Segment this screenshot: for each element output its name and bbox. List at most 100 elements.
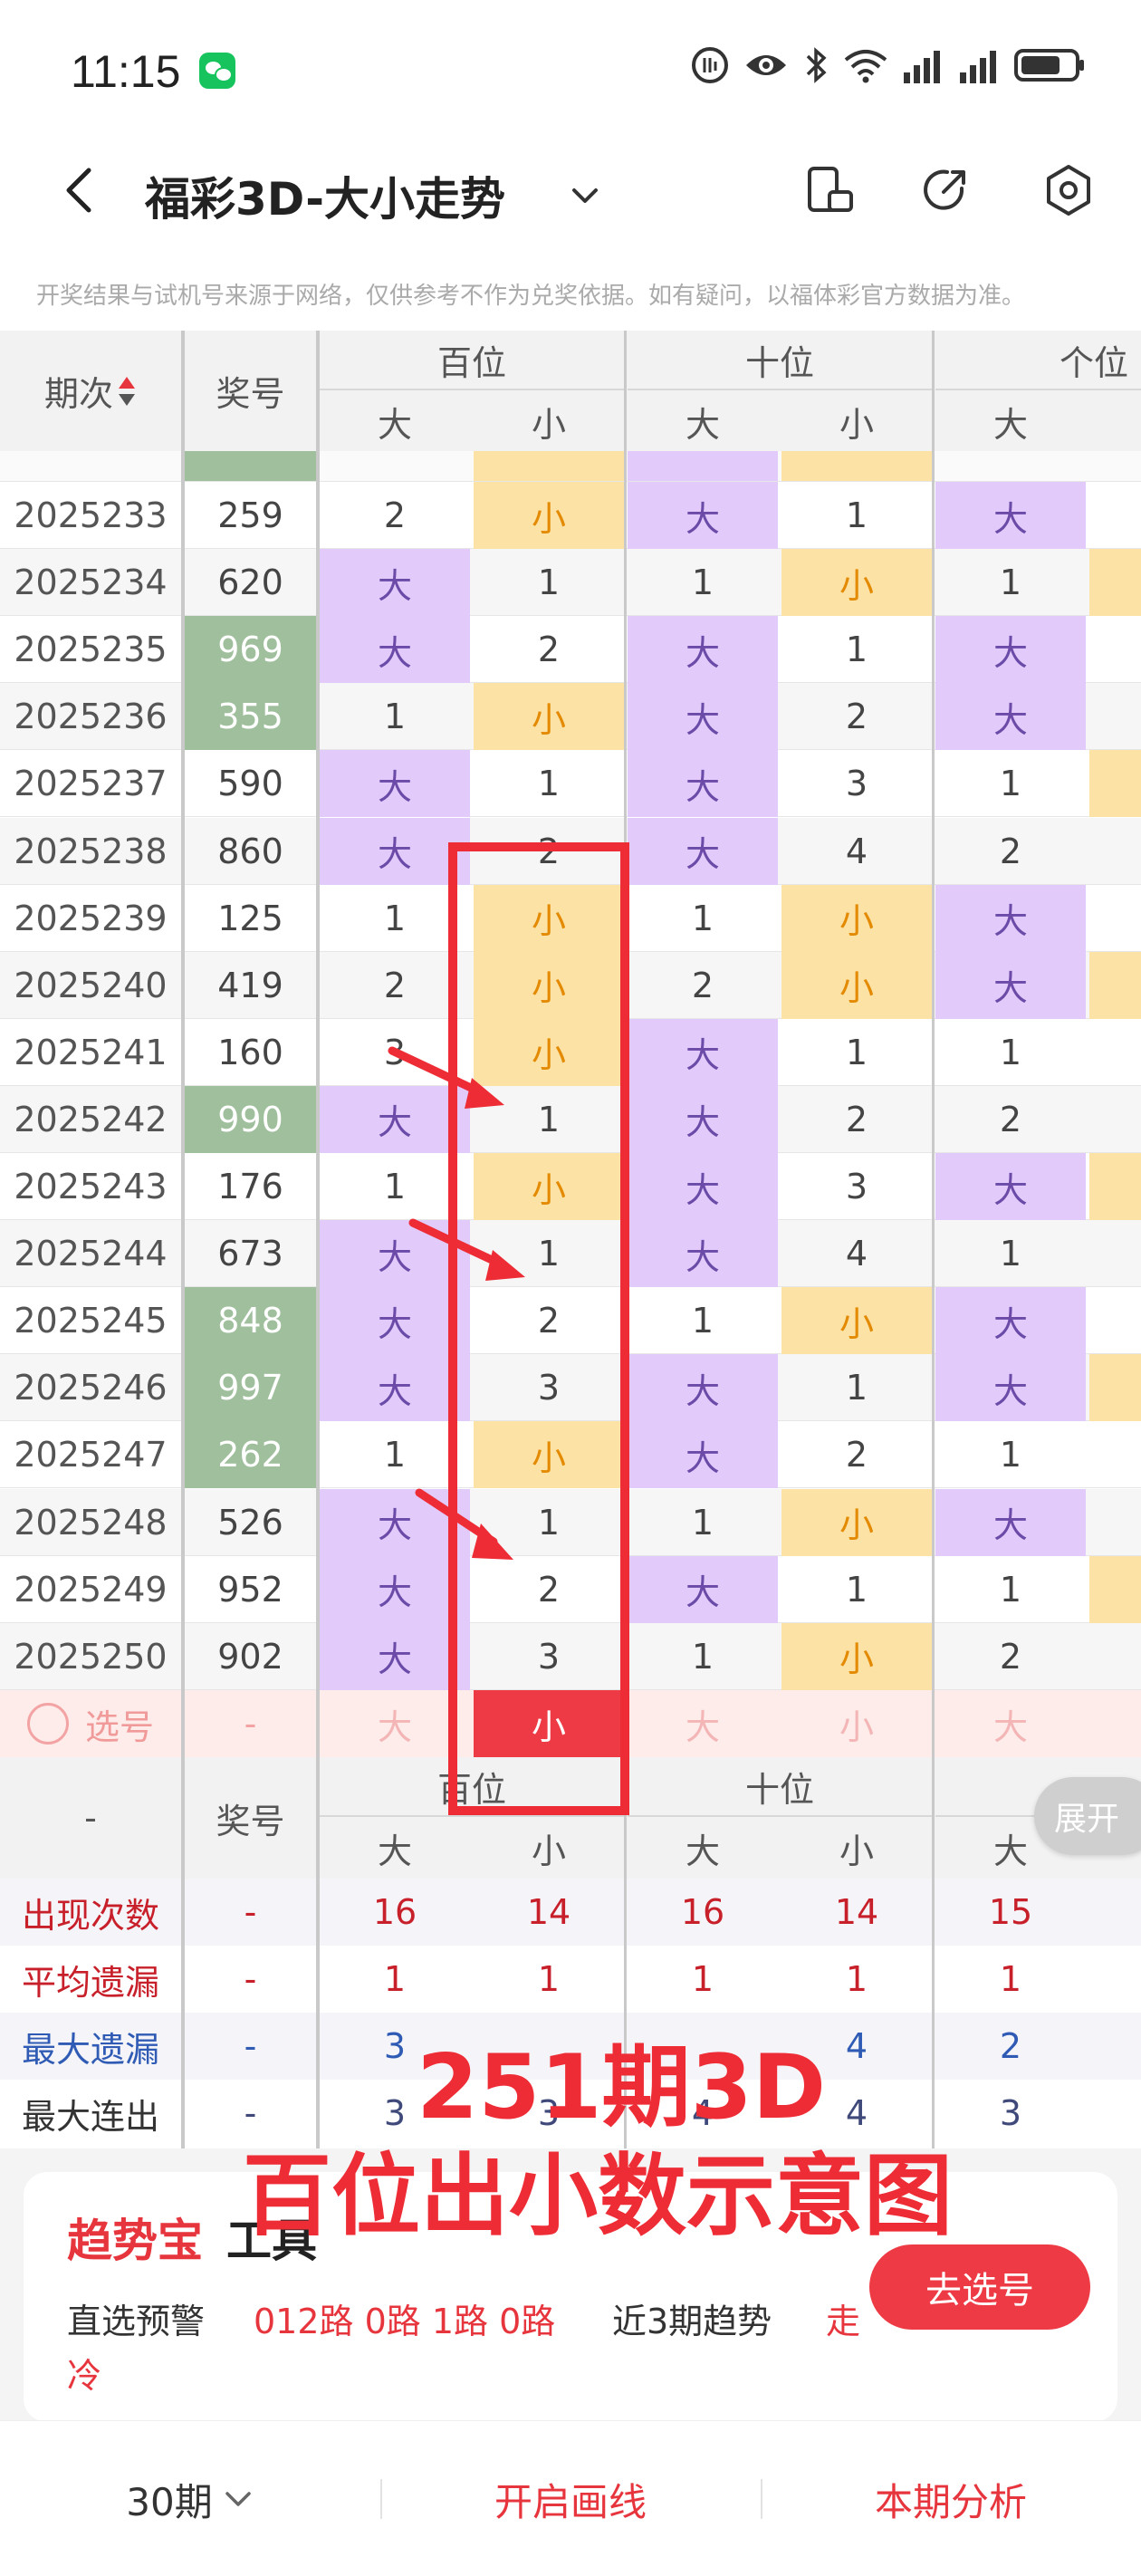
select-number-dash: - bbox=[244, 1704, 257, 1744]
expand-button[interactable]: 展开 bbox=[1034, 1777, 1141, 1855]
cell-units-small-partial bbox=[1089, 818, 1141, 885]
group-header-tens: 十位 bbox=[628, 331, 932, 390]
cell-miss-count: 4 bbox=[845, 1234, 868, 1274]
issue-header[interactable]: 期次 bbox=[0, 331, 181, 451]
stats-label: 最大遗漏 bbox=[21, 2029, 159, 2070]
cell-miss-count: 2 bbox=[999, 831, 1022, 871]
number-cell: 952 bbox=[217, 1569, 283, 1610]
direct-warning-label: 直选预警 bbox=[67, 2302, 206, 2341]
go-select-button[interactable]: 去选号 bbox=[869, 2244, 1090, 2330]
analysis-button[interactable]: 本期分析 bbox=[779, 2421, 1123, 2576]
draw-line-button[interactable]: 开启画线 bbox=[398, 2421, 743, 2576]
stats-value: 1 bbox=[383, 1959, 407, 1999]
cell-small: 小 bbox=[781, 1287, 932, 1355]
select-number-toggle[interactable]: 选号 bbox=[0, 1690, 181, 1757]
cell-big: 大 bbox=[320, 750, 470, 818]
cell-big: 大 bbox=[628, 482, 778, 549]
cell-miss-count: 1 bbox=[691, 1636, 714, 1677]
cell-units-small-partial bbox=[1089, 1153, 1141, 1220]
select-tens-small[interactable]: 小 bbox=[781, 1690, 932, 1757]
cell-miss-count: 4 bbox=[845, 831, 868, 871]
cell-small: 小 bbox=[474, 683, 624, 751]
number-cell: 160 bbox=[217, 1032, 283, 1072]
cell-miss-count: 1 bbox=[999, 1234, 1022, 1274]
share-icon[interactable] bbox=[916, 161, 974, 219]
table-row-partial bbox=[0, 451, 1141, 482]
cell-big: 大 bbox=[935, 616, 1086, 684]
cell-big: 大 bbox=[628, 750, 778, 818]
cell-units-small-partial bbox=[1089, 1287, 1141, 1354]
group-header-hundreds: 百位 bbox=[320, 331, 624, 390]
nfc-icon bbox=[692, 47, 728, 83]
stats-number-dash: - bbox=[244, 1892, 257, 1932]
column-divider bbox=[932, 331, 935, 2148]
group-header-units: 个位 bbox=[935, 331, 1141, 390]
cell-units-small-partial bbox=[1089, 549, 1141, 617]
trend-card-title: 趋势宝 bbox=[67, 2215, 203, 2267]
page-title[interactable]: 福彩3D-大小走势 bbox=[145, 163, 505, 228]
chevron-down-icon bbox=[225, 2492, 251, 2506]
cell-big: 大 bbox=[320, 616, 470, 684]
issue-header-label: 期次 bbox=[43, 374, 113, 414]
cell-miss-count: 2 bbox=[383, 495, 407, 535]
cell-units-small-partial bbox=[1089, 616, 1141, 683]
number-cell: 526 bbox=[217, 1502, 283, 1543]
subcol-tens-small: 小 bbox=[839, 404, 874, 445]
radio-circle-icon bbox=[26, 1703, 69, 1745]
table-row: 2025234 620 大 1 1 小 1 bbox=[0, 549, 1141, 617]
cell-miss-count: 3 bbox=[845, 764, 868, 804]
number-cell: 969 bbox=[185, 616, 316, 684]
number-cell: 902 bbox=[217, 1636, 283, 1677]
number-cell bbox=[185, 451, 316, 481]
arrow-icon bbox=[408, 1218, 525, 1281]
nav-bar: 福彩3D-大小走势 bbox=[0, 136, 1141, 248]
stats-value: 16 bbox=[680, 1892, 725, 1932]
number-cell: 620 bbox=[217, 562, 283, 603]
cell-units-small-partial bbox=[1089, 1019, 1141, 1086]
cell-miss-count: 1 bbox=[691, 1502, 714, 1543]
cell-miss-count: 2 bbox=[999, 1099, 1022, 1139]
route-values: 012路 0路 1路 0路 bbox=[254, 2302, 556, 2341]
toolbar-divider bbox=[380, 2479, 382, 2519]
column-divider bbox=[316, 331, 320, 2148]
cell-small: 小 bbox=[781, 549, 932, 617]
settings-icon[interactable] bbox=[1040, 161, 1098, 219]
period-label: 30期 bbox=[126, 2479, 213, 2524]
cell-big: 大 bbox=[935, 683, 1086, 751]
back-arrow-icon[interactable] bbox=[54, 163, 109, 217]
stats-number-dash: - bbox=[244, 2026, 257, 2066]
number-cell: 176 bbox=[217, 1167, 283, 1206]
cell-miss-count: 1 bbox=[383, 697, 407, 737]
cell-big: 大 bbox=[628, 1153, 778, 1220]
number-cell: 419 bbox=[217, 965, 283, 1005]
stats-value: 3 bbox=[999, 2093, 1022, 2133]
stats-subcol-0: 大 bbox=[377, 1831, 412, 1871]
issue-cell: 2025239 bbox=[14, 898, 168, 938]
cell-miss-count: 1 bbox=[845, 630, 868, 670]
issue-cell: 2025233 bbox=[14, 495, 168, 535]
recent-trend-value-2: 冷 bbox=[67, 2356, 102, 2396]
screen-rotate-icon[interactable] bbox=[801, 161, 858, 219]
number-cell: 673 bbox=[217, 1234, 283, 1274]
cell-miss-count: 1 bbox=[999, 1032, 1022, 1072]
cell-big: 大 bbox=[935, 482, 1086, 549]
stats-value: 1 bbox=[845, 1959, 868, 1999]
eye-icon bbox=[746, 55, 786, 75]
status-bar: 11:15 bbox=[0, 0, 1141, 136]
sort-icon bbox=[119, 376, 135, 406]
stats-row: 出现次数 - 16 14 16 14 15 bbox=[0, 1879, 1141, 1946]
stats-value: 2 bbox=[999, 2026, 1022, 2066]
arrow-icon bbox=[415, 1488, 513, 1560]
chevron-down-icon[interactable] bbox=[569, 179, 601, 212]
select-tens-big[interactable]: 大 bbox=[628, 1690, 778, 1757]
cell-big: 大 bbox=[320, 549, 470, 617]
select-units-big[interactable]: 大 bbox=[935, 1690, 1086, 1757]
cell-big: 大 bbox=[628, 1220, 778, 1288]
issue-cell: 2025245 bbox=[14, 1301, 168, 1341]
cell-miss-count: 1 bbox=[845, 495, 868, 535]
cell-miss-count: 1 bbox=[999, 1569, 1022, 1610]
cell-big: 大 bbox=[628, 1085, 778, 1153]
period-selector[interactable]: 30期 bbox=[54, 2421, 326, 2576]
cell-units-small-partial bbox=[1089, 1086, 1141, 1153]
cell-big: 大 bbox=[935, 884, 1086, 952]
